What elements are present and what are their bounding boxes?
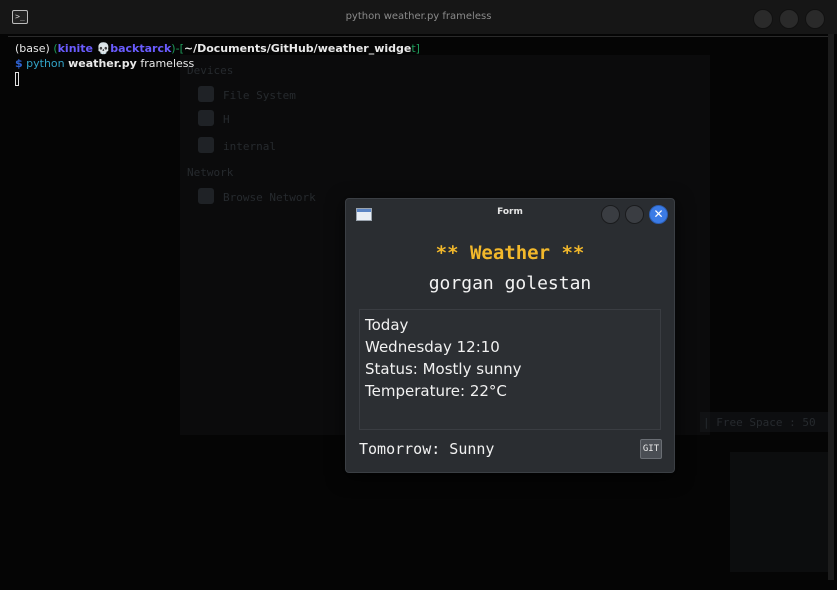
today-status: Status: Mostly sunny	[365, 360, 522, 378]
prompt-user: kinite	[57, 42, 94, 55]
prompt-dollar: $	[15, 57, 23, 70]
form-close-button[interactable]: ✕	[649, 205, 668, 224]
weather-heading: ** Weather **	[435, 242, 585, 264]
command-line: $ python weather.py frameless	[15, 57, 194, 70]
terminal-minimize-button[interactable]	[753, 9, 773, 29]
ghost-item-internal: internal	[223, 140, 276, 153]
ghost-section-network: Network	[187, 166, 234, 179]
today-datetime: Wednesday 12:10	[365, 338, 500, 356]
ghost-side-panel	[730, 452, 828, 572]
ghost-free-space: | Free Space : 50	[703, 416, 816, 429]
prompt-line: (base) (kinite 💀backtarck)-[~/Documents/…	[15, 42, 420, 55]
command-arg: frameless	[140, 57, 195, 70]
prompt-host: backtarck	[110, 42, 172, 55]
form-titlebar[interactable]: Form ✕	[346, 199, 674, 227]
ghost-usb-icon	[198, 110, 214, 126]
city-label: gorgan golestan	[428, 273, 592, 294]
today-info-box: Today Wednesday 12:10 Status: Mostly sun…	[359, 309, 661, 430]
form-maximize-button[interactable]	[625, 205, 644, 224]
skull-icon: 💀	[96, 42, 111, 55]
terminal-close-button[interactable]	[805, 9, 825, 29]
prompt-path-close: t]	[411, 42, 420, 55]
command-script: weather.py	[68, 57, 137, 70]
close-icon: ✕	[653, 207, 664, 221]
terminal-title: python weather.py frameless	[345, 11, 492, 22]
today-temperature: Temperature: 22°C	[365, 382, 507, 400]
form-minimize-button[interactable]	[601, 205, 620, 224]
terminal-scrollbar[interactable]	[828, 34, 834, 580]
prompt-dash: -[	[175, 42, 184, 55]
today-label: Today	[365, 316, 409, 334]
prompt-env: (base)	[15, 42, 50, 55]
ghost-network-icon	[198, 188, 214, 204]
ghost-drive-icon	[198, 86, 214, 102]
prompt-path: ~/Documents/GitHub/weather_widge	[183, 42, 412, 55]
ghost-item-file-system: File System	[223, 89, 296, 102]
terminal-cursor	[15, 72, 19, 86]
terminal-maximize-button[interactable]	[779, 9, 799, 29]
tomorrow-forecast: Tomorrow: Sunny	[359, 440, 495, 458]
ghost-drive-icon-2	[198, 137, 214, 153]
terminal-titlebar[interactable]: >_ python weather.py frameless	[0, 0, 837, 34]
ghost-item-browse-network: Browse Network	[223, 191, 316, 204]
ghost-item-h: H	[223, 113, 230, 126]
git-button[interactable]: GIT	[640, 439, 662, 459]
command-program: python	[26, 57, 65, 70]
weather-form-window: Form ✕ ** Weather ** gorgan golestan Tod…	[345, 198, 675, 473]
